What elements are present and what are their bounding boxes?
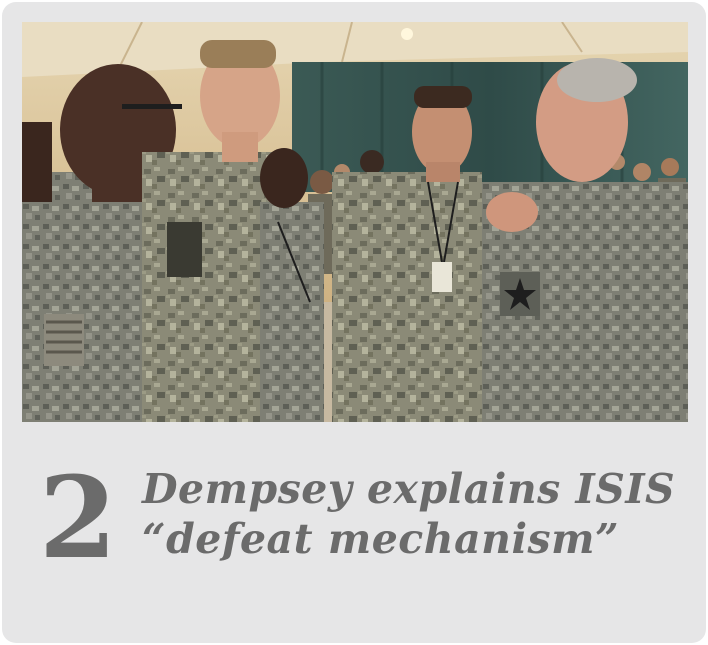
- soldiers-meeting-image: [22, 22, 688, 422]
- story-rank-number: 2: [39, 453, 117, 584]
- story-headline[interactable]: Dempsey explains ISIS “defeat mechanism”: [142, 464, 682, 564]
- headline-line-2: “defeat mechanism”: [142, 515, 620, 563]
- story-photo[interactable]: [22, 22, 688, 422]
- story-card[interactable]: 2 Dempsey explains ISIS “defeat mechanis…: [2, 2, 706, 643]
- headline-line-1: Dempsey explains ISIS: [142, 465, 676, 513]
